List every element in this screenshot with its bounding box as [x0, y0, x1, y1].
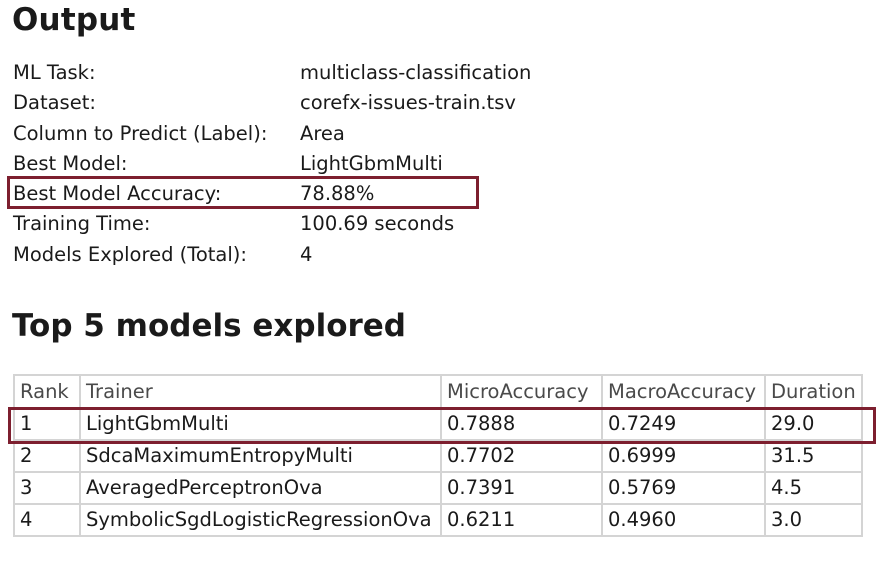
summary-value: multiclass-classification — [300, 61, 532, 84]
models-heading: Top 5 models explored — [12, 308, 406, 344]
table-row: 2 SdcaMaximumEntropyMulti 0.7702 0.6999 … — [13, 439, 863, 473]
cell-micro-accuracy: 0.7888 — [440, 407, 603, 441]
cell-macro-accuracy: 0.5769 — [601, 471, 766, 505]
summary-row-best-accuracy: Best Model Accuracy: 78.88% — [13, 179, 573, 209]
cell-macro-accuracy: 0.6999 — [601, 439, 766, 473]
cell-duration: 29.0 — [764, 407, 863, 441]
summary-value: 100.69 seconds — [300, 212, 455, 236]
cell-micro-accuracy: 0.7702 — [440, 439, 603, 473]
summary-row-dataset: Dataset: corefx-issues-train.tsv — [13, 88, 573, 118]
summary-value: Area — [300, 121, 345, 145]
cell-rank: 3 — [13, 471, 81, 505]
summary-key: ML Task: — [13, 61, 96, 84]
summary-row-models-explored: Models Explored (Total): 4 — [13, 240, 573, 270]
cell-rank: 1 — [13, 407, 81, 441]
summary-row-best-model: Best Model: LightGbmMulti — [13, 149, 573, 179]
table-header-row: Rank Trainer MicroAccuracy MacroAccuracy… — [13, 374, 863, 409]
cell-duration: 3.0 — [764, 503, 863, 537]
cell-trainer: AveragedPerceptronOva — [79, 471, 442, 505]
summary-key: Dataset: — [13, 91, 96, 115]
summary-value: LightGbmMulti — [300, 151, 443, 175]
column-header-micro-accuracy: MicroAccuracy — [440, 374, 603, 409]
cell-macro-accuracy: 0.4960 — [601, 503, 766, 537]
summary-key: Best Model Accuracy: — [13, 182, 222, 206]
summary-value: 4 — [300, 242, 313, 266]
table-row: 1 LightGbmMulti 0.7888 0.7249 29.0 — [13, 407, 863, 441]
cell-micro-accuracy: 0.7391 — [440, 471, 603, 505]
summary-value: 78.88% — [300, 182, 375, 206]
cell-trainer: SymbolicSgdLogisticRegressionOva — [79, 503, 442, 537]
column-header-duration: Duration — [764, 374, 863, 409]
summary-key: Best Model: — [13, 151, 128, 175]
summary-key: Models Explored (Total): — [13, 242, 247, 266]
cell-rank: 4 — [13, 503, 81, 537]
cell-trainer: LightGbmMulti — [79, 407, 442, 441]
table-row: 4 SymbolicSgdLogisticRegressionOva 0.621… — [13, 503, 863, 537]
cell-duration: 31.5 — [764, 439, 863, 473]
summary-key: Column to Predict (Label): — [13, 121, 268, 145]
column-header-trainer: Trainer — [79, 374, 442, 409]
table-row: 3 AveragedPerceptronOva 0.7391 0.5769 4.… — [13, 471, 863, 505]
models-table: Rank Trainer MicroAccuracy MacroAccuracy… — [13, 374, 863, 537]
output-summary: ML Task: multiclass-classification Datas… — [13, 58, 573, 270]
output-heading: Output — [12, 2, 136, 38]
cell-trainer: SdcaMaximumEntropyMulti — [79, 439, 442, 473]
cell-macro-accuracy: 0.7249 — [601, 407, 766, 441]
summary-key: Training Time: — [13, 212, 151, 236]
summary-value: corefx-issues-train.tsv — [300, 91, 516, 115]
summary-row-training-time: Training Time: 100.69 seconds — [13, 209, 573, 239]
summary-row-ml-task: ML Task: multiclass-classification — [13, 58, 573, 88]
summary-row-label-column: Column to Predict (Label): Area — [13, 119, 573, 149]
cell-duration: 4.5 — [764, 471, 863, 505]
column-header-rank: Rank — [13, 374, 81, 409]
column-header-macro-accuracy: MacroAccuracy — [601, 374, 766, 409]
cell-micro-accuracy: 0.6211 — [440, 503, 603, 537]
cell-rank: 2 — [13, 439, 81, 473]
